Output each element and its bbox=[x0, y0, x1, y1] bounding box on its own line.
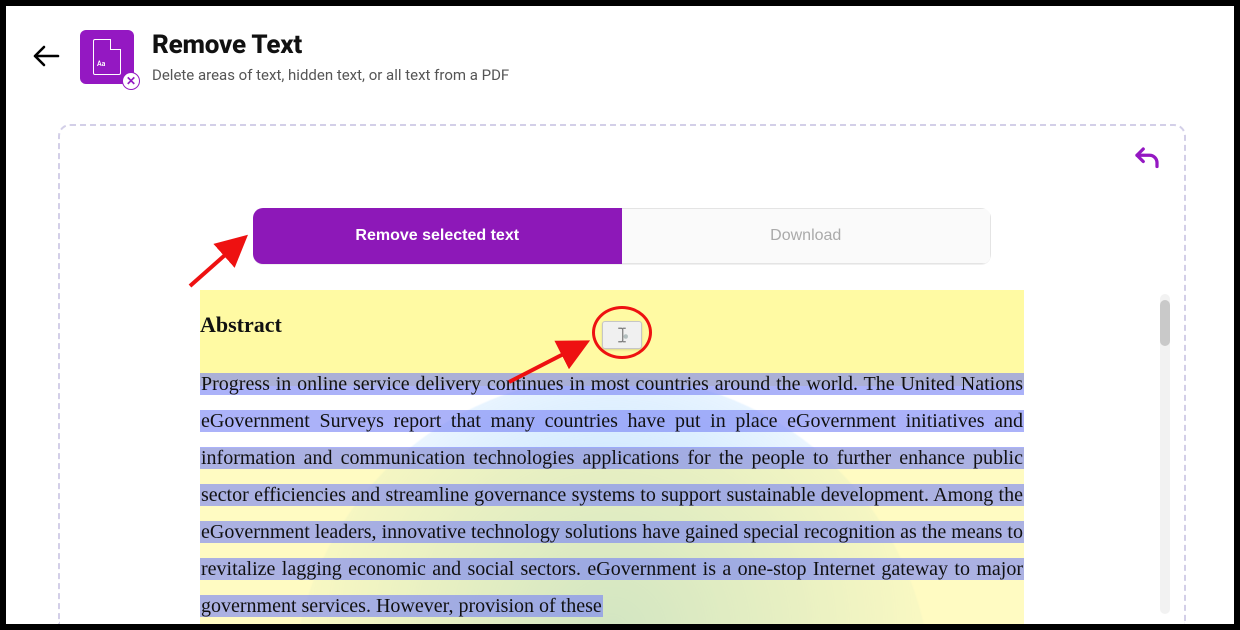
work-area: Remove selected text Download Abstract P… bbox=[58, 124, 1186, 624]
tool-logo: Aa ✕ bbox=[80, 30, 134, 84]
abstract-heading: Abstract bbox=[200, 312, 282, 338]
download-button[interactable]: Download bbox=[622, 208, 992, 264]
page-title: Remove Text bbox=[152, 30, 509, 60]
selected-text[interactable]: Progress in online service delivery cont… bbox=[200, 373, 1024, 617]
scrollbar-track[interactable] bbox=[1160, 294, 1170, 614]
text-cursor-icon bbox=[613, 326, 631, 344]
undo-icon bbox=[1132, 144, 1162, 174]
remove-selected-text-button[interactable]: Remove selected text bbox=[253, 208, 622, 264]
remove-badge-icon: ✕ bbox=[122, 72, 140, 90]
action-button-row: Remove selected text Download bbox=[253, 208, 991, 264]
annotation-arrow-1 bbox=[184, 232, 254, 292]
document-icon: Aa bbox=[93, 39, 121, 75]
back-button[interactable] bbox=[30, 40, 62, 72]
header: Aa ✕ Remove Text Delete areas of text, h… bbox=[6, 6, 1234, 98]
scrollbar-thumb[interactable] bbox=[1160, 300, 1170, 346]
title-block: Remove Text Delete areas of text, hidden… bbox=[152, 30, 509, 84]
arrow-left-icon bbox=[32, 44, 60, 68]
undo-button[interactable] bbox=[1132, 144, 1162, 178]
text-tool-cursor bbox=[602, 321, 642, 349]
document-paragraph[interactable]: Progress in online service delivery cont… bbox=[200, 366, 1024, 624]
app-window: Aa ✕ Remove Text Delete areas of text, h… bbox=[0, 0, 1240, 630]
page-subtitle: Delete areas of text, hidden text, or al… bbox=[152, 66, 509, 84]
